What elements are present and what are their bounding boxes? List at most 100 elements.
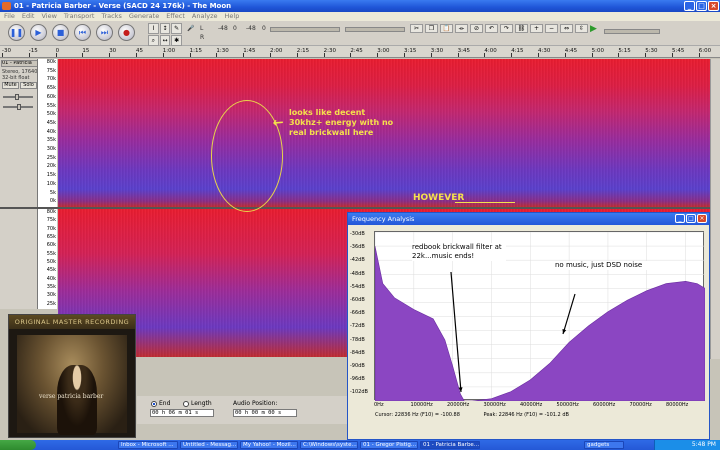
track-name-menu[interactable]: 01 - Patricia [1,60,39,67]
selection-tool-icon[interactable]: I [148,23,159,34]
album-photo: verse patricia barber [17,335,127,435]
pan-knob[interactable] [17,104,21,110]
gain-knob[interactable] [15,94,19,100]
frequency-axis-top: 80k 75k 70k 65k 60k 55k 50k 45k 40k 35k 30k 25k 20k 1… [37,59,57,207]
zoom-in-icon[interactable]: + [530,24,543,33]
fa-hz-label: 0Hz [374,402,384,408]
close-button[interactable]: × [708,1,719,11]
trim-icon[interactable]: ⟛ [455,24,468,33]
stop-button[interactable]: ■ [52,24,69,41]
ruler-label: 5:00 [591,48,604,54]
task-patricia-barber[interactable]: 01 - Patricia Barbe... [420,441,480,449]
menu-generate[interactable]: Generate [129,12,159,21]
menu-analyze[interactable]: Analyze [192,12,218,21]
task-untitled-message[interactable]: Untitled - Messag... [180,441,238,449]
length-radio[interactable] [183,401,189,407]
meter-label-l: L [200,25,204,32]
fit-selection-icon[interactable]: ⇔ [560,24,573,33]
ruler-tick [216,53,218,57]
ruler-label: 4:15 [511,48,524,54]
freq-axis-label: 50k [46,111,56,118]
meter-scale-4: 0 [262,25,266,32]
freq-axis-label: 80k [46,59,56,65]
silence-icon[interactable]: ⊘ [470,24,483,33]
toolbar: ❚❚ ▶ ■ ⏮ ⏭ ● I ↕ ✎ ⌕ ↔ ✱ 🎤 L R -48 0 -48… [0,21,720,46]
mute-button[interactable]: Mute [2,82,19,89]
ruler-label: 45 [136,48,143,54]
fa-maximize-button[interactable]: □ [686,214,696,223]
task-windows-system[interactable]: C:\Windows\syste... [300,441,358,449]
pan-slider[interactable] [3,104,33,110]
multi-tool-icon[interactable]: ✱ [171,35,182,46]
ruler-tick [538,53,539,57]
play-speed-slider[interactable] [604,29,660,34]
menu-file[interactable]: File [4,12,15,21]
fa-db-label: -102dB [350,389,368,396]
fa-close-button[interactable]: × [697,214,707,223]
fa-minimize-button[interactable]: _ [675,214,685,223]
skip-start-button[interactable]: ⏮ [74,24,91,41]
freq-axis-label: 45k [46,119,56,126]
menu-view[interactable]: View [41,12,56,21]
copy-icon[interactable]: ❐ [425,24,438,33]
redo-icon[interactable]: ↷ [500,24,513,33]
envelope-tool-icon[interactable]: ↕ [159,23,171,34]
ruler-tick [618,53,620,57]
fa-db-label: -84dB [350,349,365,356]
cut-icon[interactable]: ✂ [410,24,423,33]
play-button[interactable]: ▶ [30,24,47,41]
playback-meter[interactable] [270,27,340,32]
gain-slider[interactable] [3,94,33,100]
zoom-out-icon[interactable]: − [545,24,558,33]
task-inbox[interactable]: Inbox - Microsoft ... [118,441,178,449]
album-cover-image: ORIGINAL MASTER RECORDING verse patricia… [8,314,136,438]
record-meter[interactable] [345,27,405,32]
audio-position-label: Audio Position: [233,400,278,407]
freq-axis-label: 65k [46,85,56,92]
fa-window-controls: _ □ × [675,214,707,223]
timeline-ruler[interactable]: -30 -15 0 15 30 45 1:00 1:15 1:30 1:45 2:00 2:15 2:3… [0,46,720,58]
freq-axis-label: 15k [46,172,56,179]
timeshift-tool-icon[interactable]: ↔ [159,35,171,46]
undo-icon[interactable]: ↶ [485,24,498,33]
ruler-tick [698,53,700,57]
vertical-scrollbar[interactable] [710,59,720,359]
task-my-yahoo[interactable]: My Yahoo! - Mozil... [240,441,298,449]
fa-annotation-redbook: redbook brickwall filter at 22k...music … [412,243,506,261]
play-at-speed-icon[interactable]: ▶ [590,24,597,34]
fa-db-label: -42dB [350,257,365,264]
pause-button[interactable]: ❚❚ [8,24,25,41]
sync-lock-icon[interactable]: ⛓ [515,24,528,33]
menu-tracks[interactable]: Tracks [101,12,121,21]
meter-scale-3: -48 [246,25,256,32]
selection-end-field[interactable]: 00 h 06 m 01 s [150,409,214,417]
solo-button[interactable]: Solo [20,82,37,89]
ruler-label: 4:45 [564,48,578,54]
task-gadgets[interactable]: gadgets [584,441,624,449]
end-label: End [159,400,171,407]
menu-transport[interactable]: Transport [64,12,95,21]
freq-axis-label: 65k [46,234,56,240]
fa-hz-label: 80000Hz [666,402,689,408]
minimize-button[interactable]: _ [684,1,695,11]
menu-effect[interactable]: Effect [166,12,185,21]
audio-position-field[interactable]: 00 h 00 m 00 s [233,409,297,417]
menu-help[interactable]: Help [225,12,240,21]
album-artist-text: verse patricia barber [39,393,104,400]
ruler-tick [55,53,57,57]
task-gregor[interactable]: 01 - Gregor Pistig... [360,441,418,449]
menu-edit[interactable]: Edit [22,12,35,21]
paste-icon[interactable]: 📋 [440,24,453,33]
skip-end-button[interactable]: ⏭ [96,24,113,41]
record-button[interactable]: ● [118,24,135,41]
end-radio[interactable] [151,401,157,407]
start-button[interactable] [0,440,36,450]
maximize-button[interactable]: □ [696,1,707,11]
fa-title-bar[interactable]: Frequency Analysis _ □ × [348,213,709,225]
freq-axis-label: 45k [46,267,56,274]
fa-peak-text: Peak: 22846 Hz (F10) = -101.2 dB [483,412,569,418]
draw-tool-icon[interactable]: ✎ [171,23,182,34]
zoom-tool-icon[interactable]: ⌕ [148,35,159,46]
fit-project-icon[interactable]: ⇳ [575,24,588,33]
ruler-label: 2:15 [296,48,310,54]
